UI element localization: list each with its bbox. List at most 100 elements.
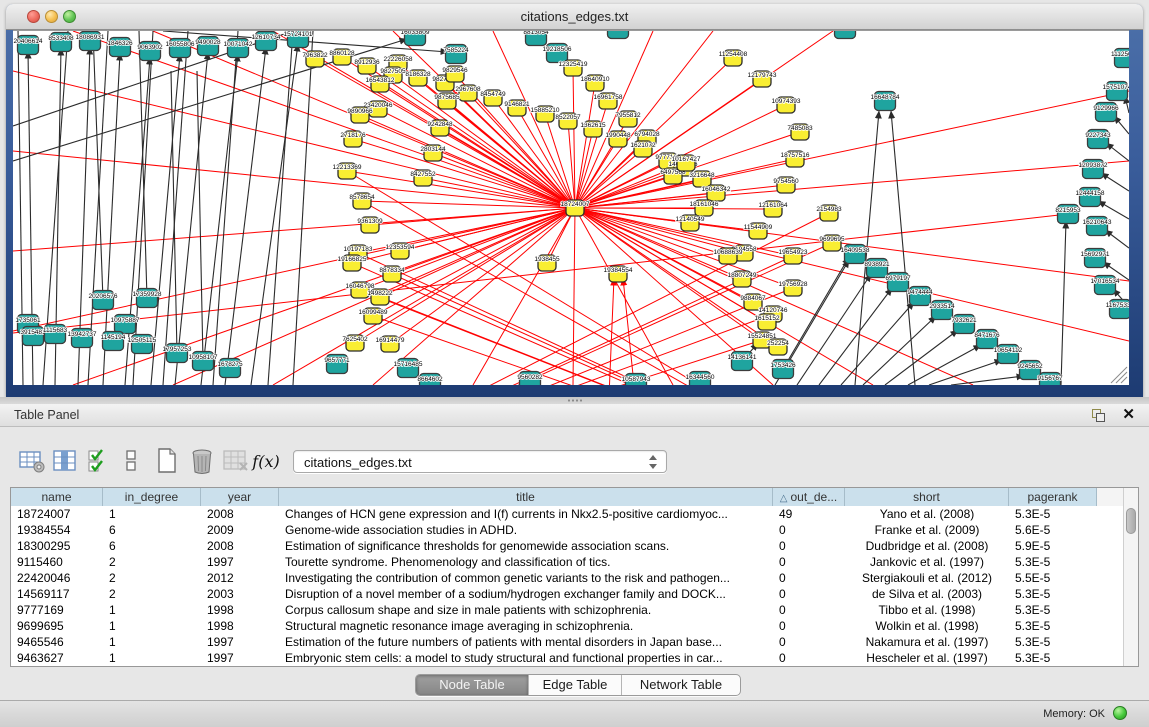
table-cell[interactable]: 0 bbox=[773, 538, 845, 554]
column-header-in_degree[interactable]: in_degree bbox=[103, 488, 201, 506]
graph-node[interactable] bbox=[835, 31, 856, 39]
graph-edge[interactable] bbox=[473, 208, 575, 385]
table-cell[interactable]: 5.3E-5 bbox=[1009, 602, 1097, 618]
table-cell[interactable]: Disruption of a novel member of a sodium… bbox=[279, 586, 773, 602]
table-cell[interactable]: Tourette syndrome. Phenomenology and cla… bbox=[279, 554, 773, 570]
table-cell[interactable]: 5.3E-5 bbox=[1009, 650, 1097, 666]
float-panel-icon[interactable] bbox=[1092, 409, 1105, 422]
table-cell[interactable]: 9115460 bbox=[11, 554, 103, 570]
table-cell[interactable]: 1997 bbox=[201, 634, 279, 650]
column-header-title[interactable]: title bbox=[279, 488, 773, 506]
graph-edge[interactable] bbox=[575, 208, 1129, 341]
table-cell[interactable]: Stergiakouli et al. (2012) bbox=[845, 570, 1009, 586]
table-cell[interactable]: 19384554 bbox=[11, 522, 103, 538]
table-cell[interactable]: 6 bbox=[103, 538, 201, 554]
graph-edge[interactable] bbox=[575, 83, 595, 208]
table-cell[interactable]: Corpus callosum shape and size in male p… bbox=[279, 602, 773, 618]
table-cell[interactable]: 5.3E-5 bbox=[1009, 634, 1097, 650]
show-rows-button[interactable] bbox=[116, 446, 146, 476]
new-table-button[interactable] bbox=[152, 446, 182, 476]
vertical-scrollbar[interactable] bbox=[1123, 488, 1138, 666]
graph-edge[interactable] bbox=[347, 171, 575, 208]
table-cell[interactable]: 18300295 bbox=[11, 538, 103, 554]
table-cell[interactable]: 0 bbox=[773, 618, 845, 634]
table-cell[interactable]: 18724007 bbox=[11, 506, 103, 522]
table-cell[interactable]: 9463627 bbox=[11, 650, 103, 666]
table-cell[interactable]: 1 bbox=[103, 618, 201, 634]
graph-edge[interactable] bbox=[1106, 143, 1129, 161]
table-cell[interactable]: Tibbo et al. (1998) bbox=[845, 602, 1009, 618]
table-cell[interactable]: 22420046 bbox=[11, 570, 103, 586]
table-cell[interactable]: 1997 bbox=[201, 554, 279, 570]
table-cell[interactable]: 1 bbox=[103, 634, 201, 650]
graph-edge[interactable] bbox=[93, 31, 103, 300]
table-cell[interactable]: Genome-wide association studies in ADHD. bbox=[279, 522, 773, 538]
table-cell[interactable]: 2009 bbox=[201, 522, 279, 538]
graph-edge[interactable] bbox=[225, 47, 266, 385]
graph-edge[interactable] bbox=[575, 91, 1129, 208]
table-cell[interactable]: 9465546 bbox=[11, 634, 103, 650]
tab-network-table[interactable]: Network Table bbox=[621, 675, 740, 695]
table-row[interactable]: 946362711997Embryonic stem cells: a mode… bbox=[11, 650, 1123, 666]
table-cell[interactable]: Wolkin et al. (1998) bbox=[845, 618, 1009, 634]
table-cell[interactable]: 5.3E-5 bbox=[1009, 618, 1097, 634]
table-cell[interactable]: 2 bbox=[103, 554, 201, 570]
table-cell[interactable]: 0 bbox=[773, 634, 845, 650]
table-selector-combobox[interactable]: citations_edges.txt bbox=[293, 450, 667, 473]
graph-edge[interactable] bbox=[293, 31, 313, 385]
table-cell[interactable]: 2 bbox=[103, 586, 201, 602]
table-row[interactable]: 1938455462009Genome-wide association stu… bbox=[11, 522, 1123, 538]
table-row[interactable]: 2242004622012Investigating the contribut… bbox=[11, 570, 1123, 586]
table-cell[interactable]: 2008 bbox=[201, 506, 279, 522]
table-cell[interactable]: 1998 bbox=[201, 618, 279, 634]
table-cell[interactable]: 2003 bbox=[201, 586, 279, 602]
table-cell[interactable]: 0 bbox=[773, 586, 845, 602]
table-cell[interactable]: 5.3E-5 bbox=[1009, 554, 1097, 570]
table-cell[interactable]: 1997 bbox=[201, 650, 279, 666]
graph-edge[interactable] bbox=[623, 278, 645, 385]
table-row[interactable]: 1872400712008Changes of HCN gene express… bbox=[11, 506, 1123, 522]
graph-edge[interactable] bbox=[213, 31, 238, 385]
table-cell[interactable]: 5.3E-5 bbox=[1009, 586, 1097, 602]
table-row[interactable]: 977716911998Corpus callosum shape and si… bbox=[11, 602, 1123, 618]
delete-table-button-disabled[interactable] bbox=[221, 446, 251, 476]
table-cell[interactable]: 2 bbox=[103, 570, 201, 586]
window-titlebar[interactable]: citations_edges.txt bbox=[6, 4, 1143, 30]
canvas-resize-grip-icon[interactable] bbox=[1111, 367, 1127, 383]
graph-edge[interactable] bbox=[573, 208, 575, 385]
delete-rows-button[interactable] bbox=[187, 446, 217, 476]
table-cell[interactable]: 9699695 bbox=[11, 618, 103, 634]
table-cell[interactable]: Franke et al. (2009) bbox=[845, 522, 1009, 538]
graph-edge[interactable] bbox=[1101, 173, 1129, 191]
table-cell[interactable]: 14569117 bbox=[11, 586, 103, 602]
table-cell[interactable]: 1 bbox=[103, 506, 201, 522]
table-cell[interactable]: 1 bbox=[103, 602, 201, 618]
close-panel-icon[interactable]: ✕ bbox=[1122, 406, 1135, 424]
graph-edge[interactable] bbox=[251, 44, 298, 385]
table-cell[interactable]: Changes of HCN gene expression and I(f) … bbox=[279, 506, 773, 522]
graph-edge[interactable] bbox=[575, 161, 1129, 208]
tab-edge-table[interactable]: Edge Table bbox=[528, 675, 621, 695]
table-row[interactable]: 1830029562008Estimation of significance … bbox=[11, 538, 1123, 554]
table-row[interactable]: 946554611997Estimation of the future num… bbox=[11, 634, 1123, 650]
table-cell[interactable]: 5.6E-5 bbox=[1009, 522, 1097, 538]
select-column-button[interactable] bbox=[50, 446, 80, 476]
tab-node-table[interactable]: Node Table bbox=[416, 675, 528, 695]
graph-edge[interactable] bbox=[1061, 221, 1066, 385]
table-cell[interactable]: 1 bbox=[103, 650, 201, 666]
graph-node[interactable] bbox=[608, 31, 629, 39]
table-cell[interactable]: 5.3E-5 bbox=[1009, 506, 1097, 522]
graph-edge[interactable] bbox=[151, 54, 180, 385]
graph-edge[interactable] bbox=[841, 302, 914, 385]
table-cell[interactable]: Nakamura et al. (1997) bbox=[845, 634, 1009, 650]
table-cell[interactable]: 2012 bbox=[201, 570, 279, 586]
table-cell[interactable]: 0 bbox=[773, 602, 845, 618]
table-row[interactable]: 969969511998Structural magnetic resonanc… bbox=[11, 618, 1123, 634]
table-cell[interactable]: 5.9E-5 bbox=[1009, 538, 1097, 554]
panel-divider[interactable] bbox=[0, 397, 1149, 404]
table-cell[interactable]: 0 bbox=[773, 650, 845, 666]
graph-edge[interactable] bbox=[891, 111, 915, 385]
column-header-pagerank[interactable]: pagerank bbox=[1009, 488, 1097, 506]
table-cell[interactable]: Investigating the contribution of common… bbox=[279, 570, 773, 586]
graph-edge[interactable] bbox=[908, 345, 981, 385]
